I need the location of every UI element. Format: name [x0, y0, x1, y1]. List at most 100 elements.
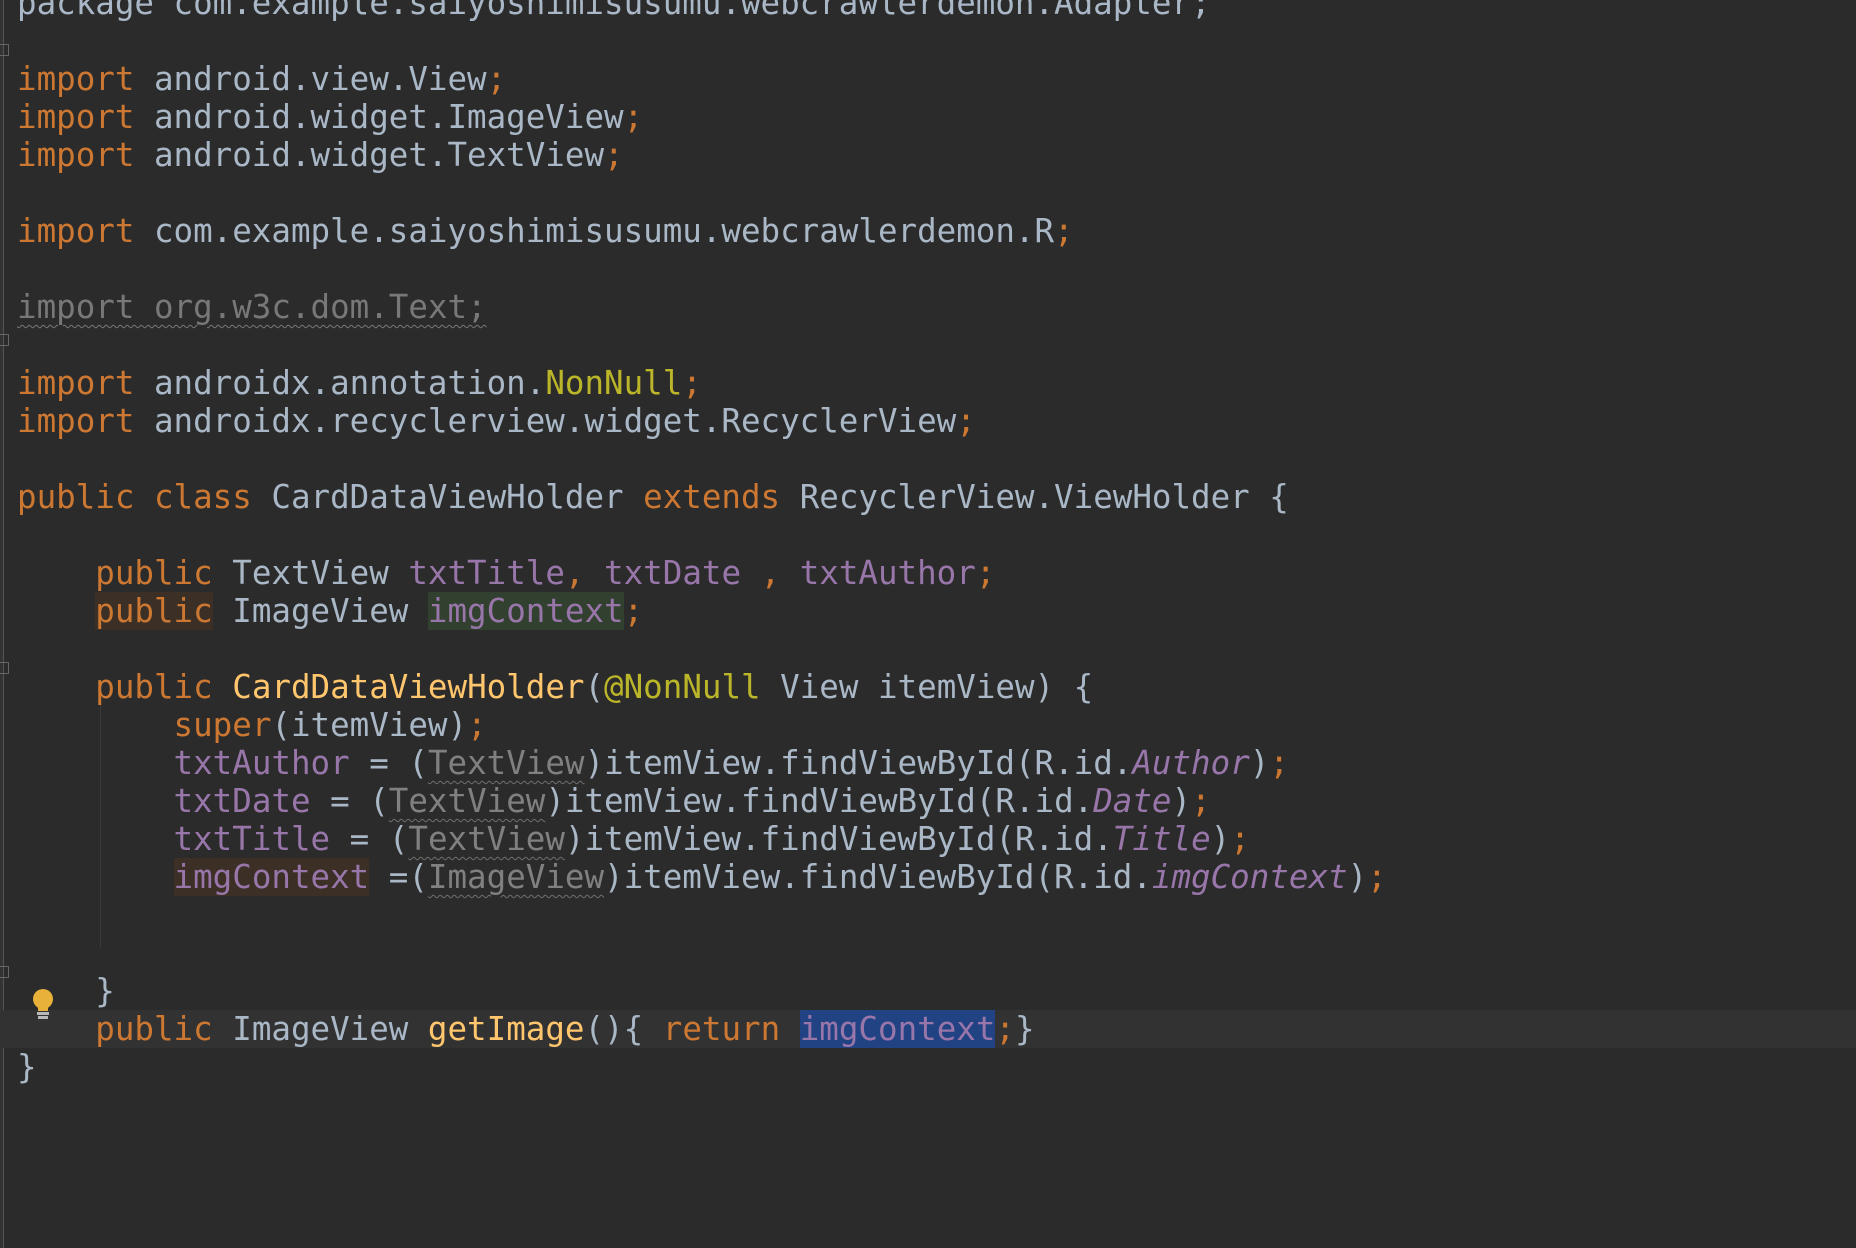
code-token: CardDataViewHolder [251, 478, 644, 516]
code-token: extends [643, 478, 781, 516]
code-line-import-nonnull[interactable]: import androidx.annotation.NonNull; [17, 364, 1856, 402]
code-token: ; [1367, 858, 1387, 896]
code-line-import-view[interactable]: import android.view.View; [17, 60, 1856, 98]
code-line-import-r[interactable]: import com.example.saiyoshimisusumu.webc… [17, 212, 1856, 250]
code-line-ctor-super[interactable]: super(itemView); [17, 706, 1856, 744]
code-token: ImageView [212, 1010, 428, 1048]
code-line-ctor-decl[interactable]: public CardDataViewHolder(@NonNull View … [17, 668, 1856, 706]
code-token: Author [1132, 744, 1250, 782]
code-token: ; [1054, 212, 1074, 250]
code-line-blank7[interactable] [17, 896, 1856, 934]
code-token: ) [1249, 744, 1270, 782]
code-line-import-text-unused[interactable]: import org.w3c.dom.Text; [17, 288, 1856, 326]
fold-marker[interactable] [0, 334, 9, 346]
code-line-field-textviews[interactable]: public TextView txtTitle, txtDate , txtA… [17, 554, 1856, 592]
fold-marker[interactable] [0, 662, 9, 674]
code-token: ; [956, 402, 976, 440]
code-token: public class [17, 478, 252, 516]
code-token: ; [1191, 782, 1211, 820]
code-token: imgContext [799, 1010, 996, 1048]
code-token: public [95, 592, 213, 630]
code-line-blank8[interactable] [17, 934, 1856, 972]
code-line-blank1[interactable] [17, 174, 1856, 212]
code-line-blank3[interactable] [17, 326, 1856, 364]
code-token: ImageView [427, 858, 605, 896]
code-token: = ( [349, 744, 428, 782]
fold-marker[interactable] [0, 966, 9, 978]
code-area[interactable]: package com.example.saiyoshimisusumu.web… [0, 0, 1856, 1086]
code-token: ; [995, 1010, 1015, 1048]
code-token: txtDate [173, 782, 311, 820]
code-token: return [662, 1010, 781, 1048]
code-token: @NonNull [604, 668, 761, 706]
code-token: txtTitle [173, 820, 331, 858]
code-token: android.view.View [134, 60, 487, 98]
code-token: )itemView.findViewById(R.id. [564, 820, 1113, 858]
code-token: TextView [212, 554, 409, 592]
code-token: ; [975, 554, 996, 592]
code-line-ctor-author[interactable]: txtAuthor = (TextView)itemView.findViewB… [17, 744, 1856, 782]
code-line-blank5[interactable] [17, 516, 1856, 554]
code-line-ctor-close[interactable]: } [17, 972, 1856, 1010]
code-token: ) [1347, 858, 1368, 896]
code-line-ctor-title[interactable]: txtTitle = (TextView)itemView.findViewBy… [17, 820, 1856, 858]
code-token: package com.example.saiyoshimisusumu.web… [17, 0, 1211, 22]
code-token: ; [623, 98, 644, 136]
code-token: NonNull [545, 364, 683, 402]
code-line-class-close[interactable]: } [17, 1048, 1856, 1086]
code-token: = ( [330, 820, 409, 858]
fold-marker[interactable] [0, 44, 9, 56]
code-token: txtDate [604, 554, 742, 592]
code-token: ; [623, 592, 644, 630]
editor-gutter[interactable] [0, 0, 4, 1248]
code-line-blank6[interactable] [17, 630, 1856, 668]
code-line-field-imageview[interactable]: public ImageView imgContext; [17, 592, 1856, 630]
code-token: imgContext [427, 592, 624, 630]
code-line-getter[interactable]: public ImageView getImage(){ return imgC… [0, 1010, 1856, 1048]
code-token: )itemView.findViewById(R.id. [584, 744, 1133, 782]
code-token: View itemView) { [760, 668, 1094, 706]
code-token: TextView [408, 820, 565, 858]
code-token: import [17, 136, 135, 174]
code-token: } [17, 1048, 37, 1086]
code-line-import-textview[interactable]: import android.widget.TextView; [17, 136, 1856, 174]
code-editor[interactable]: package com.example.saiyoshimisusumu.web… [0, 0, 1856, 1248]
code-token: } [1014, 1010, 1035, 1048]
code-token: public [95, 554, 213, 592]
code-token: androidx.recyclerview.widget.RecyclerVie… [134, 402, 957, 440]
code-token: public [95, 668, 213, 706]
code-line-ctor-img[interactable]: imgContext =(ImageView)itemView.findView… [17, 858, 1856, 896]
code-line-blank0[interactable] [17, 22, 1856, 60]
code-line-blank4[interactable] [17, 440, 1856, 478]
code-token: ImageView [212, 592, 428, 630]
code-token: TextView [388, 782, 546, 820]
code-line-import-imageview[interactable]: import android.widget.ImageView; [17, 98, 1856, 136]
code-token: public [95, 1010, 213, 1048]
code-token: (){ [584, 1010, 663, 1048]
code-token: Title [1112, 820, 1211, 858]
code-token: ; [682, 364, 702, 402]
code-token: txtAuthor [799, 554, 976, 592]
code-line-import-recyclerview[interactable]: import androidx.recyclerview.widget.Recy… [17, 402, 1856, 440]
code-token: = ( [310, 782, 389, 820]
code-token: ; [1269, 744, 1289, 782]
code-token: ( [584, 668, 605, 706]
code-line-pkg[interactable]: package com.example.saiyoshimisusumu.web… [17, 0, 1856, 22]
lightbulb-icon[interactable] [30, 988, 56, 1022]
code-token: =( [369, 858, 428, 896]
code-line-ctor-date[interactable]: txtDate = (TextView)itemView.findViewByI… [17, 782, 1856, 820]
code-token: )itemView.findViewById(R.id. [545, 782, 1094, 820]
code-token: android.widget.TextView [134, 136, 605, 174]
code-line-blank2[interactable] [17, 250, 1856, 288]
code-token: txtTitle [408, 554, 565, 592]
code-line-class-decl[interactable]: public class CardDataViewHolder extends … [17, 478, 1856, 516]
code-token: android.widget.ImageView [134, 98, 624, 136]
